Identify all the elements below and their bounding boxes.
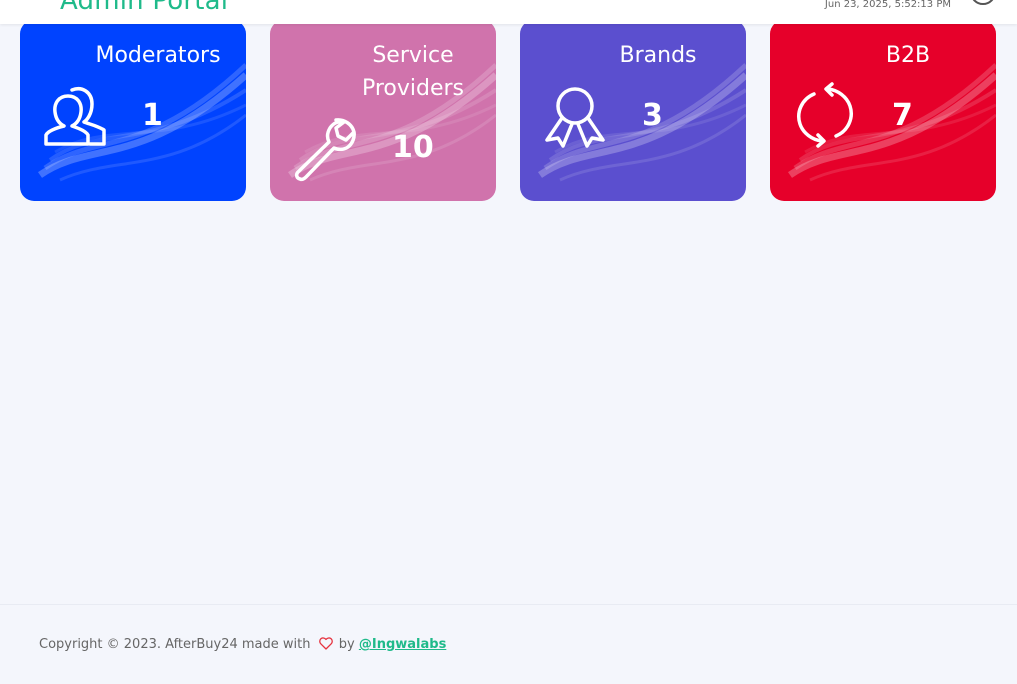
- current-datetime: Jun 23, 2025, 5:52:13 PM: [824, 0, 951, 10]
- b2b-card[interactable]: B2B 7: [770, 20, 996, 201]
- brand-title[interactable]: Admin Portal: [60, 0, 228, 16]
- card-title: Brands: [619, 43, 697, 68]
- brands-count: 3: [642, 98, 663, 133]
- footer: Copyright © 2023. AfterBuy24 made with b…: [0, 604, 1017, 684]
- stats-cards: Moderators 1 Service Providers 10 Brands…: [20, 20, 997, 201]
- service-providers-count: 10: [392, 130, 434, 165]
- user-avatar-icon[interactable]: [969, 0, 997, 10]
- hamburger-menu-icon[interactable]: [26, 0, 48, 2]
- card-title: Service Providers: [361, 43, 465, 101]
- users-icon: [42, 82, 108, 148]
- top-navbar: Admin Portal Jun 23, 2025, 5:52:13 PM: [0, 0, 1017, 24]
- moderators-card[interactable]: Moderators 1: [20, 20, 246, 201]
- b2b-count: 7: [892, 98, 913, 133]
- heart-icon: [318, 637, 333, 654]
- ingwalabs-link[interactable]: @Ingwalabs: [359, 637, 446, 652]
- wrench-icon: [292, 116, 358, 182]
- award-icon: [542, 82, 608, 148]
- by-label: by: [338, 637, 355, 652]
- copyright-text: Copyright © 2023. AfterBuy24 made with b…: [39, 637, 446, 654]
- brands-card[interactable]: Brands 3: [520, 20, 746, 201]
- moderators-count: 1: [142, 98, 163, 133]
- card-title: B2B: [885, 43, 931, 68]
- service-providers-card[interactable]: Service Providers 10: [270, 20, 496, 201]
- copyright-label: Copyright © 2023. AfterBuy24 made with: [39, 637, 311, 652]
- refresh-icon: [792, 82, 858, 148]
- card-title: Moderators: [95, 43, 221, 68]
